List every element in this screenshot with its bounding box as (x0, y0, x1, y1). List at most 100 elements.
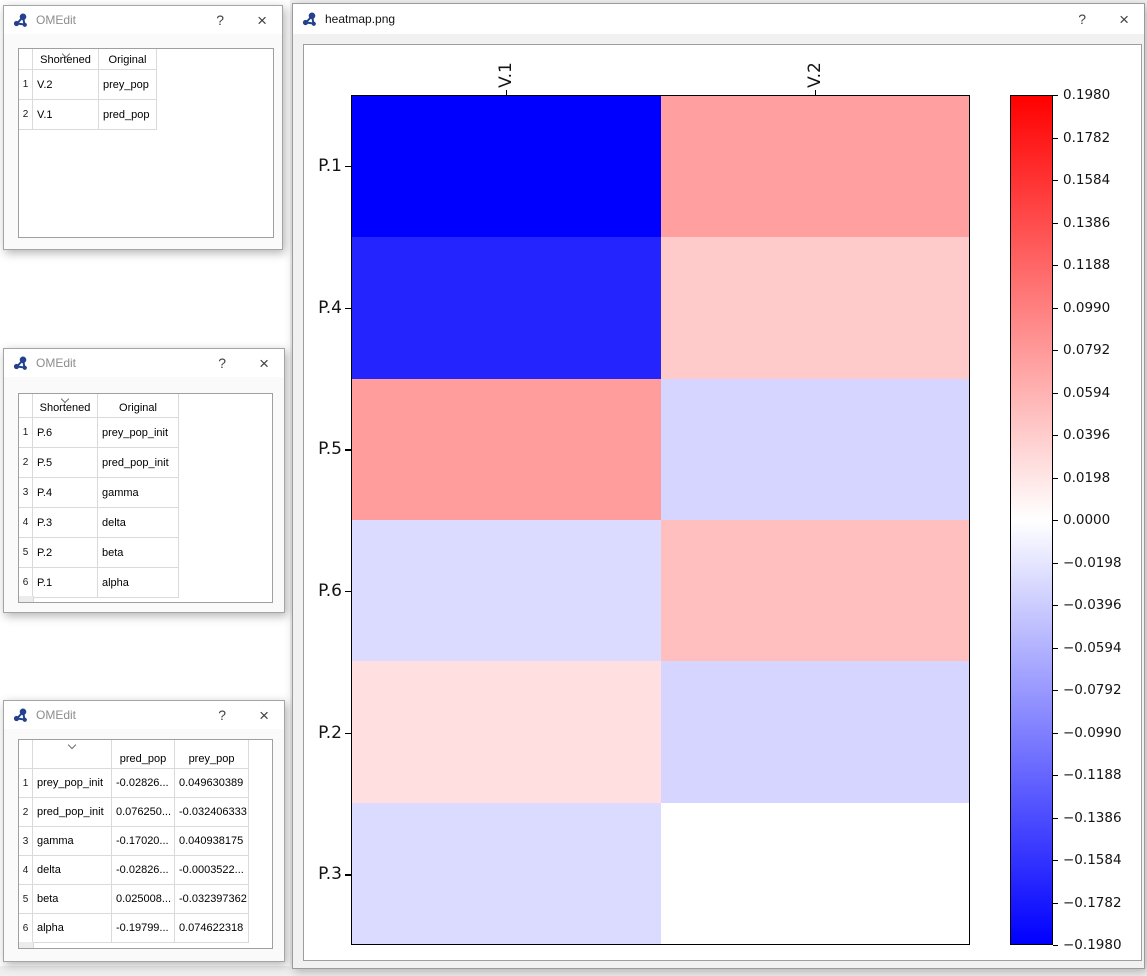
table-cell[interactable]: 0.025008... (112, 885, 175, 914)
colorbar-tick (1053, 818, 1058, 819)
table-cell[interactable]: prey_pop_init (33, 769, 112, 798)
row-number-cell[interactable]: 1 (19, 418, 33, 448)
row-number-cell[interactable]: 1 (19, 769, 33, 798)
row-number-cell[interactable]: 2 (19, 448, 33, 478)
omedit-logo-icon (12, 707, 29, 724)
colorbar-tick-label: 0.0396 (1063, 427, 1110, 443)
table-cell[interactable]: P.2 (33, 538, 98, 568)
table-cell[interactable]: prey_pop_init (98, 418, 179, 448)
omedit-dialog-sensitivities: OMEdit ? × pred_popprey_pop1prey_pop_ini… (3, 700, 285, 962)
column-header[interactable]: Shortened (33, 394, 98, 418)
help-button[interactable]: ? (216, 12, 224, 28)
table-cell[interactable]: P.5 (33, 448, 98, 478)
table-cell[interactable]: -0.0003522... (175, 856, 249, 885)
heatmap-cell-P.6-V.2 (661, 520, 970, 661)
table-cell[interactable]: P.3 (33, 508, 98, 538)
table-cell[interactable]: -0.02826... (112, 856, 175, 885)
help-button[interactable]: ? (218, 707, 226, 723)
table-cell[interactable]: -0.032397362 (175, 885, 249, 914)
row-number-cell[interactable]: 4 (19, 508, 33, 538)
column-header[interactable] (33, 740, 112, 769)
variables-mapping-table: ShortenedOriginal1V.2prey_pop2V.1pred_po… (18, 48, 274, 238)
close-button[interactable]: × (259, 355, 269, 372)
table-row: 3gamma-0.17020...0.040938175 (19, 827, 272, 856)
table-cell[interactable]: V.2 (33, 70, 99, 100)
column-header[interactable]: Original (98, 394, 179, 418)
colorbar-tick-label: −0.0198 (1063, 555, 1122, 571)
help-button[interactable]: ? (218, 355, 226, 371)
column-header[interactable]: prey_pop (175, 740, 249, 769)
table-row: 2V.1pred_pop (19, 100, 273, 130)
row-label: P.4 (304, 298, 342, 318)
table-cell[interactable]: P.4 (33, 478, 98, 508)
column-label: V.1 (496, 62, 516, 88)
row-number-cell[interactable]: 3 (19, 827, 33, 856)
row-number-cell[interactable]: 6 (19, 568, 33, 598)
table-cell[interactable]: gamma (33, 827, 112, 856)
table-cell[interactable]: beta (98, 538, 179, 568)
table-cell[interactable]: gamma (98, 478, 179, 508)
colorbar-tick-label: 0.1782 (1063, 130, 1110, 146)
y-tick (345, 591, 351, 593)
colorbar-tick (1053, 478, 1058, 479)
table-cell[interactable]: -0.19799... (112, 914, 175, 943)
title-bar[interactable]: OMEdit ? × (4, 701, 284, 729)
table-cell[interactable]: pred_pop (99, 100, 157, 130)
colorbar-tick (1053, 605, 1058, 606)
table-cell[interactable]: pred_pop_init (98, 448, 179, 478)
row-number-cell[interactable]: 4 (19, 856, 33, 885)
column-label: V.2 (805, 62, 825, 88)
row-number-cell[interactable]: 2 (19, 100, 33, 130)
row-number-cell[interactable]: 3 (19, 478, 33, 508)
table-cell[interactable]: delta (33, 856, 112, 885)
table-cell[interactable]: 0.074622318 (175, 914, 249, 943)
title-bar[interactable]: heatmap.png ? × (293, 4, 1144, 34)
table-cell[interactable]: prey_pop (99, 70, 157, 100)
heatmap-cell-P.5-V.1 (352, 379, 661, 520)
close-button[interactable]: × (1119, 11, 1129, 28)
row-number-cell[interactable]: 5 (19, 538, 33, 568)
table-cell[interactable]: alpha (33, 914, 112, 943)
table-header-row: pred_popprey_pop (19, 740, 272, 769)
table-cell[interactable]: 0.076250... (112, 798, 175, 827)
row-label: P.5 (304, 439, 342, 459)
colorbar-tick (1053, 563, 1058, 564)
table-cell[interactable]: beta (33, 885, 112, 914)
colorbar-tick-label: 0.0792 (1063, 342, 1110, 358)
row-number-cell[interactable]: 2 (19, 798, 33, 827)
table-cell[interactable]: delta (98, 508, 179, 538)
table-cell[interactable]: P.1 (33, 568, 98, 598)
table-cell[interactable]: V.1 (33, 100, 99, 130)
table-cell[interactable]: P.6 (33, 418, 98, 448)
table-cell[interactable]: 0.049630389 (175, 769, 249, 798)
row-number-cell[interactable]: 6 (19, 914, 33, 943)
y-tick (345, 449, 351, 451)
table-cell[interactable]: 0.040938175 (175, 827, 249, 856)
table-cell[interactable]: -0.17020... (112, 827, 175, 856)
table-row: 2P.5pred_pop_init (19, 448, 272, 478)
table-cell[interactable]: alpha (98, 568, 179, 598)
window-title: heatmap.png (325, 12, 1078, 26)
table-cell[interactable]: pred_pop_init (33, 798, 112, 827)
colorbar-tick (1053, 733, 1058, 734)
colorbar-tick (1053, 308, 1058, 309)
table-cell[interactable]: -0.032406333 (175, 798, 249, 827)
corner-header-cell (19, 49, 33, 70)
dialog-body: pred_popprey_pop1prey_pop_init-0.02826..… (4, 729, 284, 961)
close-button[interactable]: × (259, 707, 269, 724)
corner-header-cell (19, 740, 33, 769)
column-header[interactable]: Shortened (33, 49, 99, 70)
column-header[interactable]: pred_pop (112, 740, 175, 769)
scroll-corner (19, 942, 34, 948)
column-header[interactable]: Original (99, 49, 157, 70)
sort-indicator-icon (61, 50, 69, 58)
title-bar[interactable]: OMEdit ? × (4, 349, 284, 377)
help-button[interactable]: ? (1078, 11, 1086, 27)
title-bar[interactable]: OMEdit ? × (4, 6, 282, 34)
colorbar-tick (1053, 180, 1058, 181)
close-button[interactable]: × (257, 12, 267, 29)
row-number-cell[interactable]: 5 (19, 885, 33, 914)
heatmap-window: heatmap.png ? × V.1V.2P.1P.4P.5P.6P.2P.3… (292, 3, 1145, 969)
table-cell[interactable]: -0.02826... (112, 769, 175, 798)
row-number-cell[interactable]: 1 (19, 70, 33, 100)
